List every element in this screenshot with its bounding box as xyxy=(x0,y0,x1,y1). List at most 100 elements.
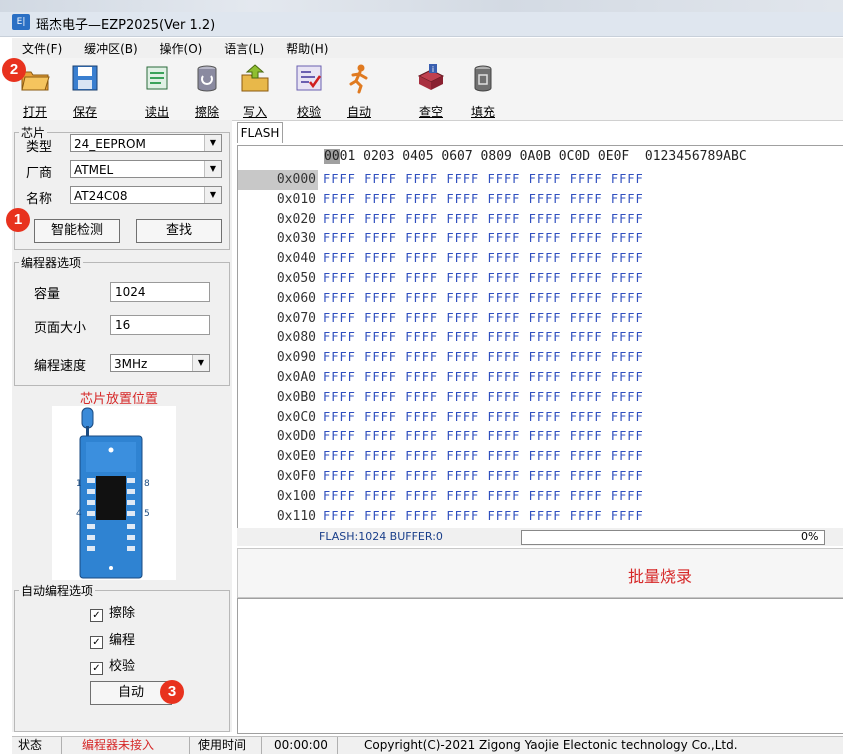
auto-options-title: 自动编程选项 xyxy=(21,584,94,598)
capacity-label: 容量 xyxy=(34,287,61,302)
hex-data-row[interactable]: FFFF FFFF FFFF FFFF FFFF FFFF FFFF FFFF xyxy=(323,447,644,467)
read-label: 读出 xyxy=(144,105,169,119)
pin-label-1: 1 xyxy=(76,479,82,489)
menu-buffer[interactable]: 缓冲区(B) xyxy=(84,40,138,57)
hex-data-row[interactable]: FFFF FFFF FFFF FFFF FFFF FFFF FFFF FFFF xyxy=(323,309,644,329)
erase-drum-icon xyxy=(197,65,217,92)
chip-name-select[interactable]: AT24C08 ▼ xyxy=(70,186,222,204)
checkmark-icon[interactable]: ✓ xyxy=(90,609,103,622)
page-size-field[interactable]: 16 xyxy=(110,315,210,335)
verify-icon xyxy=(296,65,322,91)
erase-checkbox[interactable]: ✓ 擦除 xyxy=(90,602,135,622)
hex-address: 0x060 xyxy=(276,290,316,306)
chip-type-value: 24_EEPROM xyxy=(74,137,146,151)
chip-type-select[interactable]: 24_EEPROM ▼ xyxy=(70,134,222,152)
hex-data-row[interactable]: FFFF FFFF FFFF FFFF FFFF FFFF FFFF FFFF xyxy=(323,427,644,447)
write-label: 写入 xyxy=(242,105,267,119)
hex-data-row[interactable]: FFFF FFFF FFFF FFFF FFFF FFFF FFFF FFFF xyxy=(323,507,644,527)
hex-data-row[interactable]: FFFF FFFF FFFF FFFF FFFF FFFF FFFF FFFF xyxy=(323,368,644,388)
toolbar: 打开 保存 读出 擦除 写入 校验 自动 i 查空 填充 xyxy=(12,58,843,121)
hex-address: 0x020 xyxy=(276,211,316,227)
tab-flash[interactable]: FLASH xyxy=(237,122,283,143)
blank-check-button[interactable]: i 查空 xyxy=(410,62,452,119)
find-button[interactable]: 查找 xyxy=(136,219,222,243)
chevron-down-icon[interactable]: ▼ xyxy=(204,135,221,151)
chip-position-diagram: 1 8 4 5 xyxy=(52,406,176,580)
chip-name-value: AT24C08 xyxy=(74,189,128,203)
save-button[interactable]: 保存 xyxy=(64,62,106,119)
hex-address: 0x0D0 xyxy=(276,429,316,445)
pin-label-8: 8 xyxy=(144,479,150,489)
hex-data-row[interactable]: FFFF FFFF FFFF FFFF FFFF FFFF FFFF FFFF xyxy=(323,229,644,249)
smart-detect-button[interactable]: 智能检测 xyxy=(34,219,120,243)
hex-data-row[interactable]: FFFF FFFF FFFF FFFF FFFF FFFF FFFF FFFF xyxy=(323,289,644,309)
erase-checkbox-label: 擦除 xyxy=(109,606,136,621)
auto-runner-icon xyxy=(349,64,368,94)
hex-address: 0x030 xyxy=(276,231,316,247)
hex-header-selected: 00 xyxy=(324,149,340,164)
menu-language[interactable]: 语言(L) xyxy=(224,40,264,57)
chip-vendor-select[interactable]: ATMEL ▼ xyxy=(70,160,222,178)
hex-address: 0x110 xyxy=(276,508,316,524)
fill-button[interactable]: 填充 xyxy=(462,62,504,119)
hex-data-row[interactable]: FFFF FFFF FFFF FFFF FFFF FFFF FFFF FFFF xyxy=(323,408,644,428)
usage-time-label: 使用时间 xyxy=(192,737,262,754)
hex-view[interactable]: 0001 0203 0405 0607 0809 0A0B 0C0D 0E0F … xyxy=(237,145,843,529)
speed-select[interactable]: 3MHz ▼ xyxy=(110,354,210,372)
hex-address: 0x090 xyxy=(276,350,316,366)
capacity-field[interactable]: 1024 xyxy=(110,282,210,302)
blank-check-label: 查空 xyxy=(418,105,443,119)
hex-address: 0x080 xyxy=(276,330,316,346)
hex-data-row[interactable]: FFFF FFFF FFFF FFFF FFFF FFFF FFFF FFFF xyxy=(323,348,644,368)
progress-text: 0% xyxy=(801,530,819,543)
usage-time-value: 00:00:00 xyxy=(268,737,338,754)
hex-data-row[interactable]: FFFF FFFF FFFF FFFF FFFF FFFF FFFF FFFF xyxy=(323,467,644,487)
progress-bar xyxy=(521,530,825,545)
batch-program-label[interactable]: 批量烧录 xyxy=(628,563,692,587)
hex-data-row[interactable]: FFFF FFFF FFFF FFFF FFFF FFFF FFFF FFFF xyxy=(323,328,644,348)
hex-address: 0x070 xyxy=(276,310,316,326)
menu-help[interactable]: 帮助(H) xyxy=(286,40,328,57)
write-button[interactable]: 写入 xyxy=(234,62,276,119)
read-button[interactable]: 读出 xyxy=(136,62,178,119)
hex-data-row[interactable]: FFFF FFFF FFFF FFFF FFFF FFFF FFFF FFFF xyxy=(323,190,644,210)
erase-button[interactable]: 擦除 xyxy=(186,62,228,119)
window-title: 瑶杰电子—EZP2025(Ver 1.2) xyxy=(36,18,216,33)
annotation-badge-1: 1 xyxy=(6,208,30,232)
hex-data-row[interactable]: FFFF FFFF FFFF FFFF FFFF FFFF FFFF FFFF xyxy=(323,487,644,507)
menu-file[interactable]: 文件(F) xyxy=(22,40,62,57)
auto-button[interactable]: 自动 xyxy=(338,62,380,119)
chip-name-label: 名称 xyxy=(26,192,53,207)
chevron-down-icon[interactable]: ▼ xyxy=(192,355,209,371)
checkmark-icon[interactable]: ✓ xyxy=(90,636,103,649)
hex-data-row[interactable]: FFFF FFFF FFFF FFFF FFFF FFFF FFFF FFFF xyxy=(323,388,644,408)
socket-illustration: 1 8 4 5 xyxy=(76,407,150,579)
hex-address: 0x0C0 xyxy=(276,409,316,425)
hex-data-row[interactable]: FFFF FFFF FFFF FFFF FFFF FFFF FFFF FFFF xyxy=(323,249,644,269)
hex-data-row[interactable]: FFFF FFFF FFFF FFFF FFFF FFFF FFFF FFFF xyxy=(323,210,644,230)
save-label: 保存 xyxy=(72,105,97,119)
menu-operation[interactable]: 操作(O) xyxy=(160,40,203,57)
chevron-down-icon[interactable]: ▼ xyxy=(204,187,221,203)
chevron-down-icon[interactable]: ▼ xyxy=(204,161,221,177)
left-panel: 芯片 类型 24_EEPROM ▼ 厂商 ATMEL ▼ 名称 AT24C08 … xyxy=(12,120,232,732)
hex-header-rest: 01 0203 0405 0607 0809 0A0B 0C0D 0E0F 01… xyxy=(339,149,747,164)
menu-bar: 文件(F) 缓冲区(B) 操作(O) 语言(L) 帮助(H) xyxy=(12,38,843,58)
program-checkbox[interactable]: ✓ 编程 xyxy=(90,629,135,649)
programmer-options-title: 编程器选项 xyxy=(21,256,82,270)
chip-position-title: 芯片放置位置 xyxy=(80,392,159,407)
status-label: 状态 xyxy=(12,737,62,754)
buffer-info: FLASH:1024 BUFFER:0 xyxy=(319,530,443,543)
copyright-text: Copyright(C)-2021 Zigong Yaojie Electoni… xyxy=(364,738,738,752)
write-folder-icon xyxy=(241,64,269,92)
hex-data-row[interactable]: FFFF FFFF FFFF FFFF FFFF FFFF FFFF FFFF xyxy=(323,269,644,289)
hex-address: 0x0B0 xyxy=(276,389,316,405)
verify-button[interactable]: 校验 xyxy=(288,62,330,119)
ezp-app-icon: E| xyxy=(12,14,30,30)
verify-checkbox[interactable]: ✓ 校验 xyxy=(90,655,135,675)
verify-checkbox-label: 校验 xyxy=(109,659,136,674)
log-area[interactable] xyxy=(237,598,843,734)
hex-address: 0x000 xyxy=(238,170,318,190)
checkmark-icon[interactable]: ✓ xyxy=(90,662,103,675)
hex-data-row[interactable]: FFFF FFFF FFFF FFFF FFFF FFFF FFFF FFFF xyxy=(323,170,644,190)
